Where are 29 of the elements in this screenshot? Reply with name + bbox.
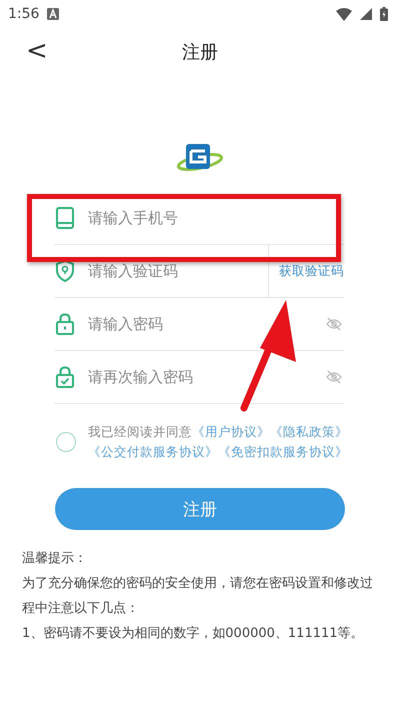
register-button[interactable]: 注册: [55, 488, 345, 530]
get-code-link[interactable]: 获取验证码: [279, 262, 344, 280]
phone-field[interactable]: 请输入手机号: [86, 202, 344, 234]
logo-icon: [175, 142, 225, 174]
notification-icon: [47, 8, 60, 20]
battery-icon: [380, 7, 388, 21]
password-field[interactable]: 请输入密码: [86, 308, 326, 340]
agreement-link[interactable]: 《隐私政策》: [270, 424, 348, 439]
hidden-eye-icon[interactable]: [326, 370, 342, 384]
phone-icon: [56, 207, 74, 229]
shield-icon: [56, 260, 74, 282]
tip-text: 1、密码请不要设为相同的数字，如000000、111111等。: [22, 625, 365, 643]
agreement-link[interactable]: 《用户协议》: [192, 424, 270, 439]
agree-checkbox[interactable]: [56, 432, 76, 452]
status-time: 1:56: [8, 6, 40, 22]
tip-text: 温馨提示：: [22, 550, 88, 568]
back-button[interactable]: <: [22, 36, 52, 66]
code-field[interactable]: 请输入验证码: [86, 255, 268, 287]
signal-icon: [360, 8, 372, 20]
agreement-link[interactable]: 《公交付款服务协议》: [88, 444, 218, 459]
agreement-text: 我已经阅读并同意《用户协议》《隐私政策》 《公交付款服务协议》《免密扣款服务协议》: [88, 423, 348, 461]
hidden-eye-icon[interactable]: [326, 317, 342, 331]
lock-check-icon: [56, 366, 74, 388]
wifi-icon: [336, 8, 352, 20]
agreement-link[interactable]: 《免密扣款服务协议》: [218, 444, 348, 459]
lock-icon: [56, 313, 74, 335]
tip-text: 为了充分确保您的密码的安全使用，请您在密码设置和修改过程中注意以下几点：: [22, 575, 374, 618]
password-field[interactable]: 请再次输入密码: [86, 361, 326, 393]
page-title: 注册: [182, 41, 218, 64]
